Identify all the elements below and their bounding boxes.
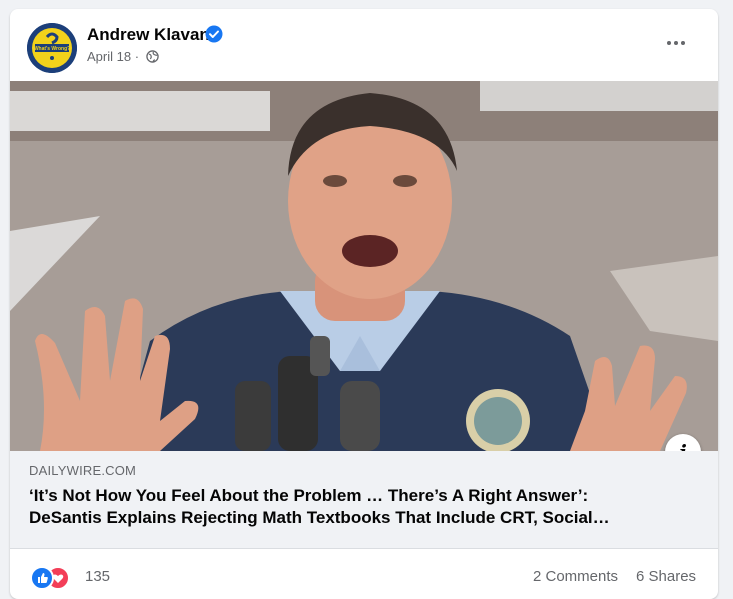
more-options-icon[interactable] — [660, 33, 692, 53]
post-header: What's Wrong? Andrew Klavan April 18 · — [10, 9, 718, 81]
globe-icon[interactable] — [145, 50, 159, 63]
headline-line-1: ‘It’s Not How You Feel About the Problem… — [29, 486, 589, 505]
headline-line-2: DeSantis Explains Rejecting Math Textboo… — [29, 508, 610, 527]
reaction-icons[interactable] — [30, 566, 80, 590]
reaction-count[interactable]: 135 — [85, 568, 110, 585]
post-footer: 135 2 Comments 6 Shares — [10, 549, 718, 599]
shares-link[interactable]: 6 Shares — [636, 568, 696, 585]
author-name[interactable]: Andrew Klavan — [87, 25, 210, 45]
post-date[interactable]: April 18 — [87, 49, 131, 64]
man-speaking-image — [10, 81, 718, 451]
comments-link[interactable]: 2 Comments — [533, 568, 618, 585]
like-reaction-icon — [30, 566, 54, 590]
post-meta: April 18 · — [87, 49, 159, 64]
avatar-logo-icon: What's Wrong? — [27, 23, 77, 73]
link-headline[interactable]: ‘It’s Not How You Feel About the Problem… — [29, 485, 699, 529]
post-image[interactable] — [10, 81, 718, 451]
verified-badge-icon — [205, 25, 223, 43]
author-avatar[interactable]: What's Wrong? — [27, 23, 77, 73]
meta-separator: · — [134, 49, 140, 64]
svg-text:What's Wrong?: What's Wrong? — [34, 46, 70, 52]
link-domain: DAILYWIRE.COM — [29, 463, 137, 478]
post-card: What's Wrong? Andrew Klavan April 18 · D… — [10, 9, 718, 599]
link-preview[interactable]: DAILYWIRE.COM ‘It’s Not How You Feel Abo… — [10, 451, 718, 549]
